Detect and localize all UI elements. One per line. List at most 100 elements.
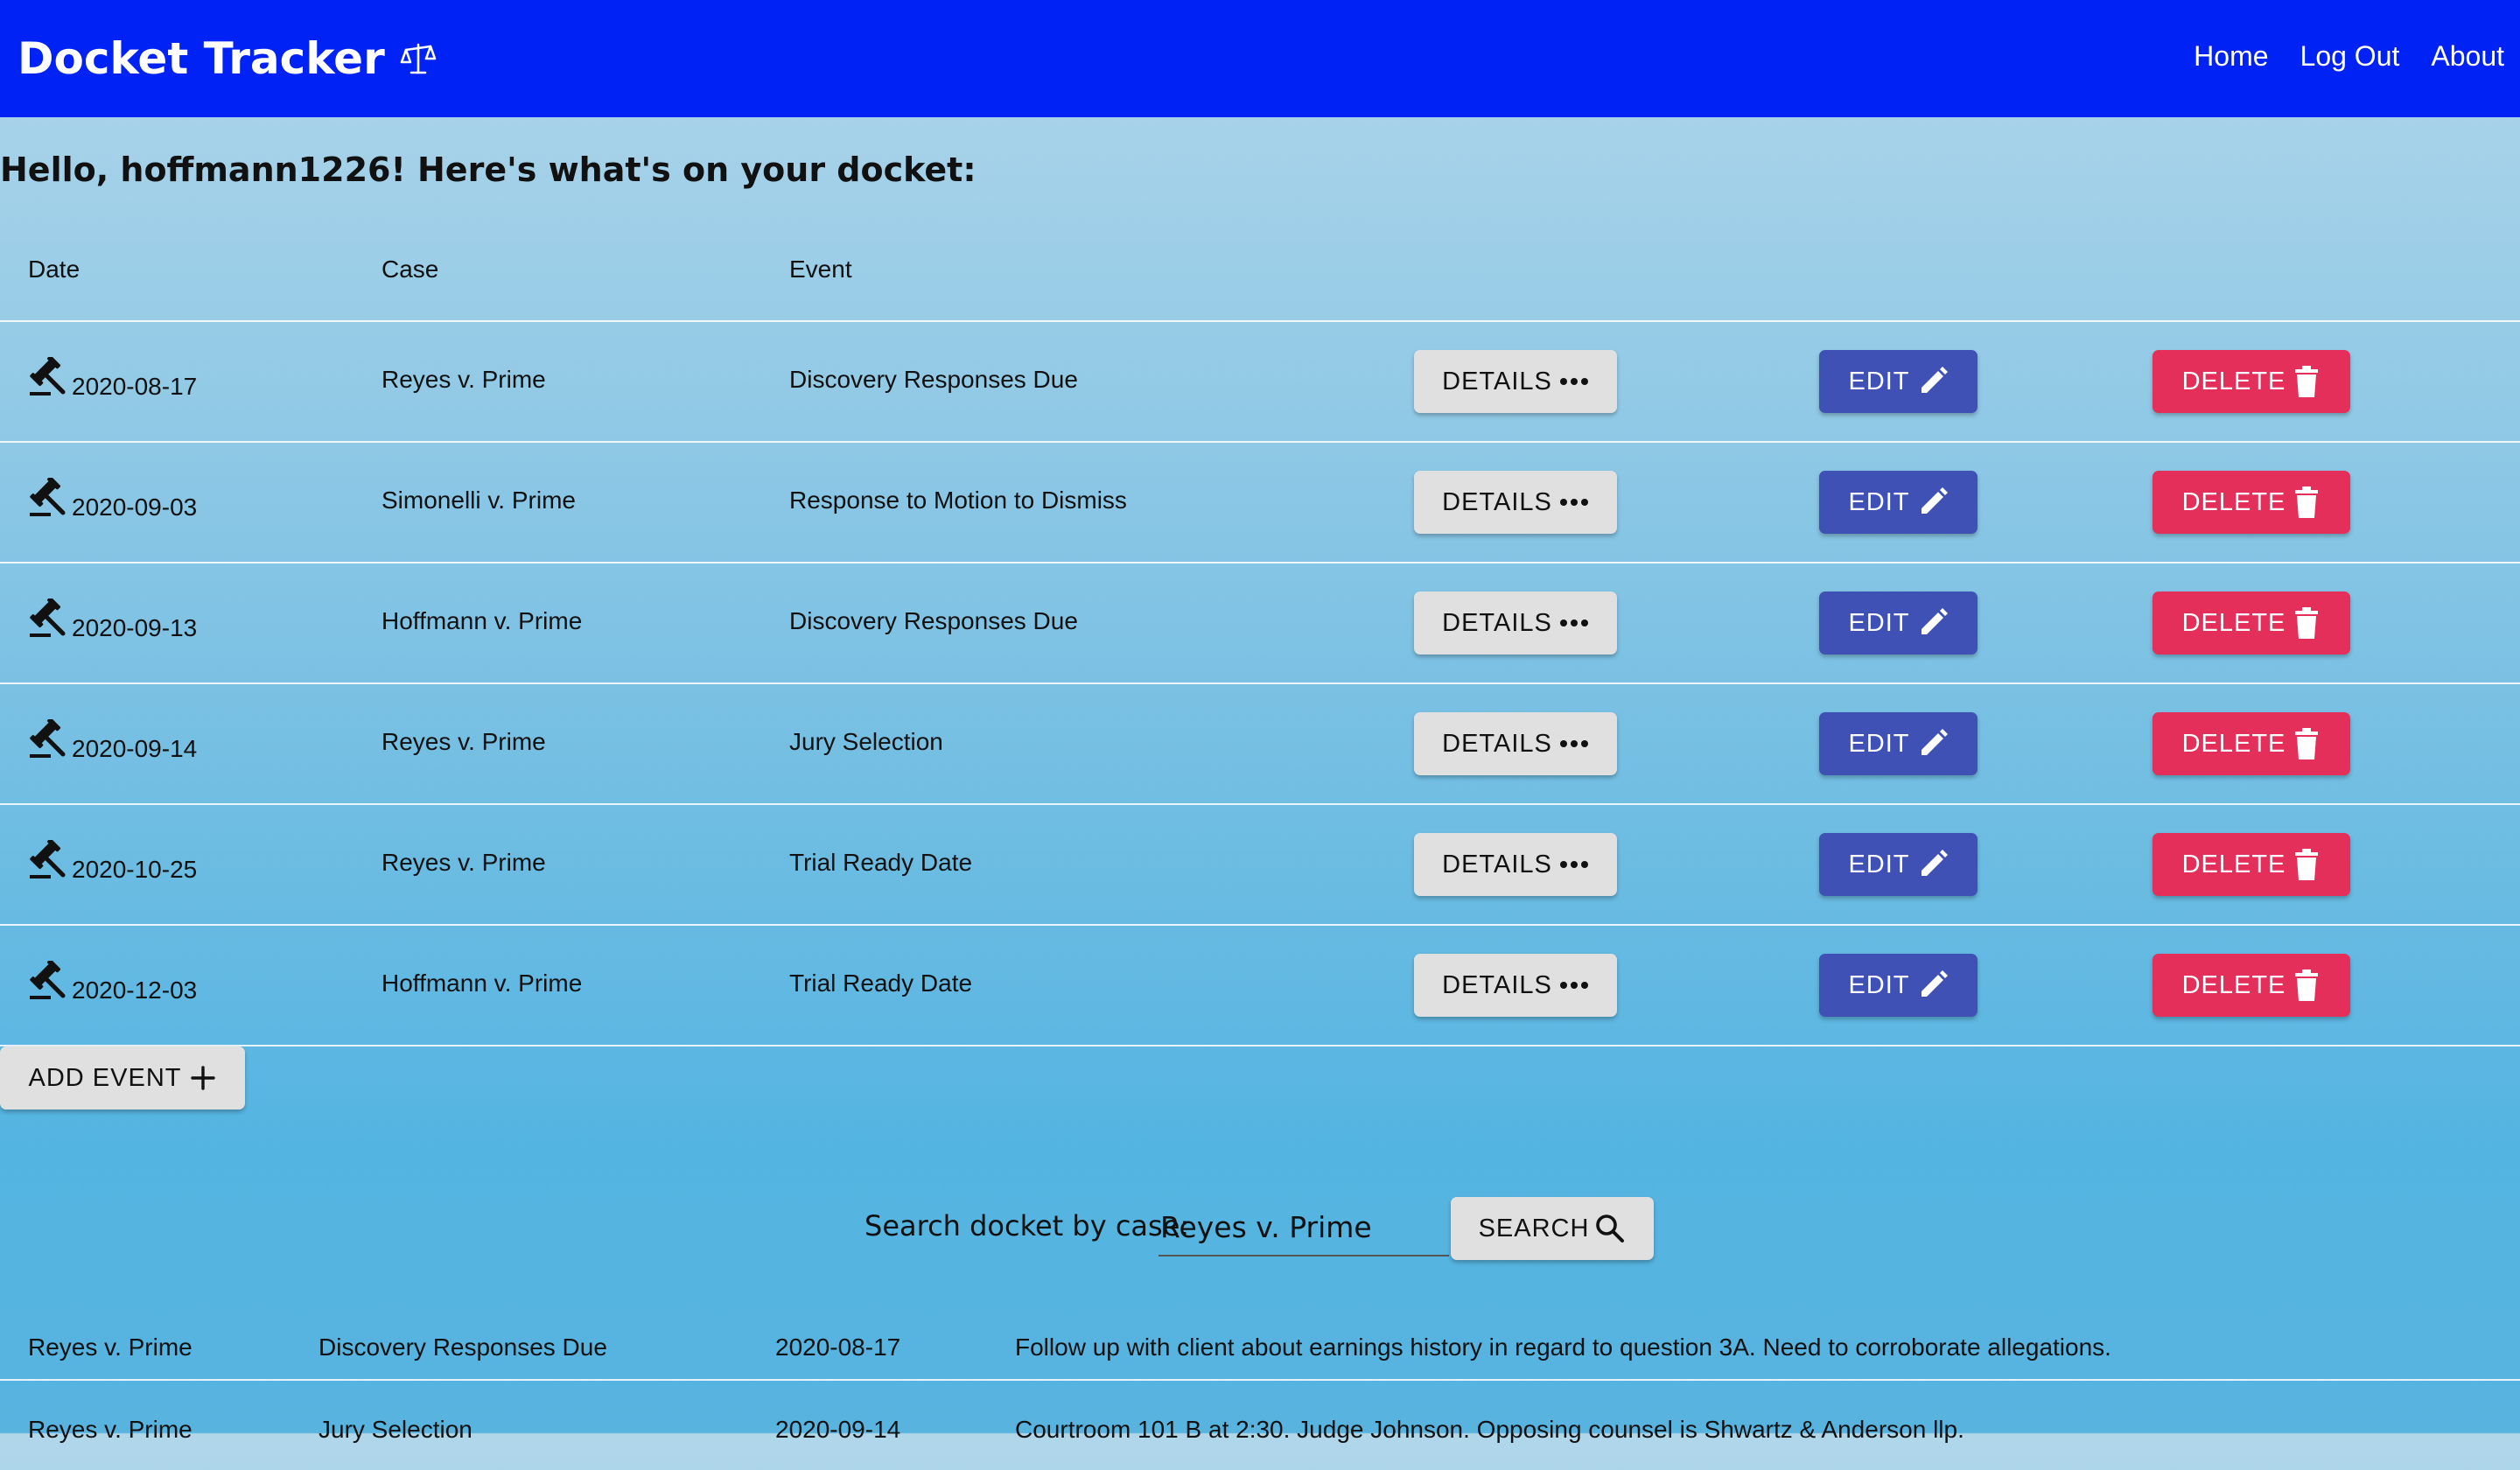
search-label: Search docket by case: [864,1209,1190,1242]
result-event: Jury Selection [318,1416,472,1443]
row-date: 2020-08-17 [28,357,197,400]
column-header-case: Case [382,256,439,283]
table-row: 2020-08-17 Reyes v. Prime Discovery Respon… [0,320,2520,443]
details-label: DETAILS [1442,367,1552,396]
row-case: Hoffmann v. Prime [382,970,583,997]
edit-button[interactable]: EDIT [1819,833,1978,896]
row-event: Trial Ready Date [789,970,973,997]
row-case: Simonelli v. Prime [382,486,576,514]
delete-label: DELETE [2181,608,2286,637]
delete-button[interactable]: DELETE [2152,592,2350,654]
edit-button[interactable]: EDIT [1819,471,1978,534]
trash-icon [2295,366,2319,397]
plus-icon [191,1066,216,1090]
result-divider [0,1379,2520,1381]
add-event-button[interactable]: ADD EVENT [0,1046,245,1110]
more-horiz-icon [1559,378,1588,385]
row-date: 2020-10-25 [28,840,197,883]
details-button[interactable]: DETAILS [1414,471,1617,534]
table-row: 2020-09-14 Reyes v. Prime Jury Selection DE… [0,682,2520,805]
result-row: Reyes v. Prime Jury Selection 2020-09-14 Co… [0,1382,2520,1470]
edit-label: EDIT [1848,367,1910,396]
trash-icon [2295,970,2319,1001]
row-event: Discovery Responses Due [789,366,1078,393]
pencil-icon [1921,970,1948,997]
details-label: DETAILS [1442,970,1552,999]
delete-button[interactable]: DELETE [2152,712,2350,775]
trash-icon [2295,486,2319,518]
nav-logout[interactable]: Log Out [2300,40,2400,73]
more-horiz-icon [1559,982,1588,989]
gavel-icon [30,478,66,516]
details-button[interactable]: DETAILS [1414,954,1617,1017]
trash-icon [2295,728,2319,760]
row-case: Reyes v. Prime [382,849,546,876]
row-date-text: 2020-09-14 [72,735,198,762]
details-button[interactable]: DETAILS [1414,592,1617,654]
row-date-text: 2020-10-25 [72,856,198,883]
edit-button[interactable]: EDIT [1819,350,1978,413]
details-button[interactable]: DETAILS [1414,350,1617,413]
more-horiz-icon [1559,620,1588,626]
delete-label: DELETE [2181,970,2286,999]
nav-home[interactable]: Home [2194,40,2268,73]
row-case: Reyes v. Prime [382,728,546,755]
search-input[interactable] [1158,1199,1449,1256]
nav-about[interactable]: About [2431,40,2504,73]
row-event: Discovery Responses Due [789,607,1078,634]
add-event-label: ADD EVENT [28,1063,182,1092]
delete-label: DELETE [2181,850,2286,878]
brand-title[interactable]: Docket Tracker [18,33,385,84]
edit-button[interactable]: EDIT [1819,592,1978,654]
magnifier-icon [1596,1214,1625,1242]
pencil-icon [1921,850,1948,876]
trash-icon [2295,607,2319,639]
edit-label: EDIT [1848,850,1910,878]
more-horiz-icon [1559,499,1588,506]
delete-button[interactable]: DELETE [2152,350,2350,413]
result-details: Courtroom 101 B at 2:30. Judge Johnson. … [1015,1416,1964,1443]
gavel-icon [30,357,66,396]
column-header-date: Date [28,256,80,283]
more-horiz-icon [1559,861,1588,868]
gavel-icon [30,719,66,758]
navbar: Docket Tracker Home Log Out About [0,0,2520,117]
table-row: 2020-09-03 Simonelli v. Prime Response to … [0,441,2520,564]
row-date: 2020-12-03 [28,961,197,1004]
pencil-icon [1921,367,1948,393]
details-button[interactable]: DETAILS [1414,833,1617,896]
gavel-icon [30,840,66,878]
search-button[interactable]: SEARCH [1451,1197,1654,1260]
trash-icon [2295,849,2319,880]
edit-button[interactable]: EDIT [1819,954,1978,1017]
gavel-icon [30,598,66,637]
delete-label: DELETE [2181,487,2286,516]
column-header-event: Event [789,256,852,283]
result-details: Follow up with client about earnings his… [1015,1334,2111,1361]
pencil-icon [1921,729,1948,755]
delete-label: DELETE [2181,367,2286,396]
row-event: Trial Ready Date [789,849,973,876]
row-case: Reyes v. Prime [382,366,546,393]
details-label: DETAILS [1442,850,1552,878]
pencil-icon [1921,487,1948,514]
details-button[interactable]: DETAILS [1414,712,1617,775]
table-row: 2020-09-13 Hoffmann v. Prime Discovery Res… [0,562,2520,684]
delete-button[interactable]: DELETE [2152,954,2350,1017]
more-horiz-icon [1559,740,1588,747]
table-row: 2020-12-03 Hoffmann v. Prime Trial Ready D… [0,924,2520,1046]
brand[interactable]: Docket Tracker [18,26,438,91]
delete-button[interactable]: DELETE [2152,471,2350,534]
pencil-icon [1921,608,1948,634]
result-case: Reyes v. Prime [28,1334,192,1361]
delete-button[interactable]: DELETE [2152,833,2350,896]
result-date: 2020-09-14 [775,1416,901,1443]
details-label: DETAILS [1442,729,1552,758]
row-event: Jury Selection [789,728,943,755]
result-case: Reyes v. Prime [28,1416,192,1443]
edit-label: EDIT [1848,970,1910,999]
result-event: Discovery Responses Due [318,1334,607,1361]
row-date: 2020-09-03 [28,478,197,521]
edit-button[interactable]: EDIT [1819,712,1978,775]
scales-icon [400,43,437,74]
